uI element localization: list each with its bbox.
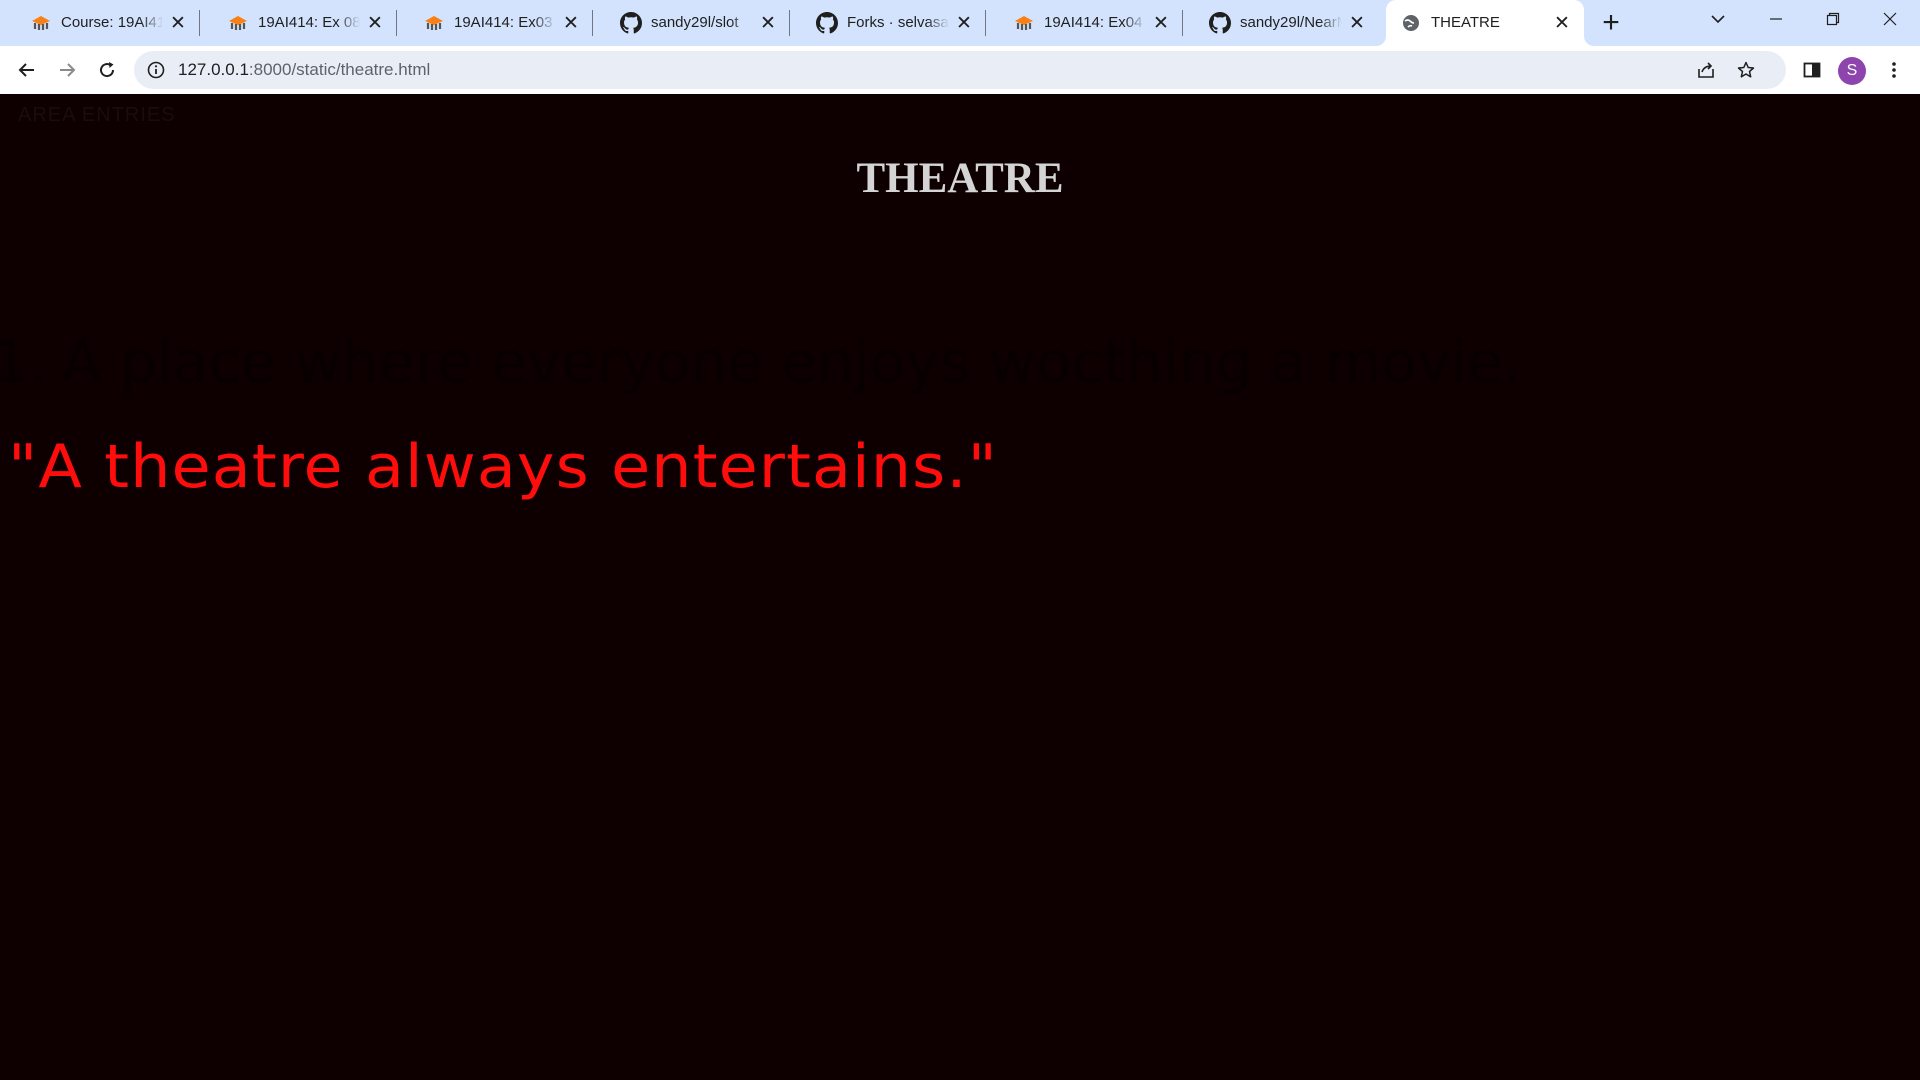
tab-ex03[interactable]: 19AI414: Ex03 : S ✕ <box>393 0 593 46</box>
page-content: AREA ENTRIES THEATRE 1. A place where eve… <box>0 94 1920 1080</box>
close-window-button[interactable] <box>1862 0 1918 38</box>
close-icon[interactable]: ✕ <box>168 13 188 33</box>
tab-title: 19AI414: Ex04 Pl <box>1044 14 1146 31</box>
url-text[interactable]: 127.0.0.1:8000/static/theatre.html <box>178 51 430 89</box>
moodle-icon <box>227 12 249 34</box>
arrow-right-icon <box>60 63 76 77</box>
close-icon[interactable]: ✕ <box>365 13 385 33</box>
back-button[interactable] <box>11 54 43 86</box>
forward-button[interactable] <box>51 54 83 86</box>
tab-title: sandy29l/NearM <box>1240 14 1342 31</box>
close-icon <box>1883 12 1897 26</box>
star-icon[interactable] <box>1735 59 1757 81</box>
url-host: 127.0.0.1 <box>178 60 249 79</box>
tab-search-button[interactable] <box>1690 0 1746 38</box>
tab-title: THEATRE <box>1431 14 1500 31</box>
tab-title: 19AI414: Ex03 : S <box>454 14 556 31</box>
moodle-icon <box>1013 12 1035 34</box>
close-icon[interactable]: ✕ <box>954 13 974 33</box>
moodle-icon <box>30 12 52 34</box>
new-tab-button[interactable]: + <box>1596 6 1626 39</box>
avatar[interactable]: S <box>1838 57 1866 85</box>
menu-button[interactable] <box>1880 56 1908 84</box>
close-icon[interactable]: ✕ <box>1552 13 1572 33</box>
more-vertical-icon <box>1892 62 1896 78</box>
close-icon[interactable]: ✕ <box>1347 13 1367 33</box>
tab-title: sandy29l/slot <box>651 14 739 31</box>
side-panel-button[interactable] <box>1798 56 1826 84</box>
side-panel-icon <box>1803 62 1821 78</box>
reload-button[interactable] <box>91 54 123 86</box>
tab-strip: Course: 19AI414 ✕ 19AI414: Ex 08: D ✕ 19… <box>0 0 1920 46</box>
globe-icon <box>1400 12 1422 34</box>
minimize-button[interactable] <box>1748 0 1804 38</box>
tab-title: 19AI414: Ex 08: D <box>258 14 360 31</box>
list-number: 1. <box>0 328 48 396</box>
page-title: THEATRE <box>856 155 1064 202</box>
tab-ex04[interactable]: 19AI414: Ex04 Pl ✕ <box>983 0 1183 46</box>
url-path: :8000/static/theatre.html <box>248 60 431 79</box>
tab-theatre[interactable]: THEATRE ✕ <box>1386 0 1584 46</box>
tab-title: Forks · selvasach <box>847 14 949 31</box>
tab-github-forks[interactable]: Forks · selvasach ✕ <box>786 0 986 46</box>
tab-github-nearm[interactable]: sandy29l/NearM ✕ <box>1179 0 1379 46</box>
close-icon[interactable]: ✕ <box>758 13 778 33</box>
github-icon <box>620 12 642 34</box>
quote-text: "A theatre always entertains." <box>8 432 998 502</box>
github-icon <box>1209 12 1231 34</box>
tab-github-slot[interactable]: sandy29l/slot ✕ <box>590 0 790 46</box>
moodle-icon <box>423 12 445 34</box>
tab-ex08[interactable]: 19AI414: Ex 08: D ✕ <box>197 0 397 46</box>
minimize-icon <box>1770 18 1782 20</box>
address-bar[interactable]: 127.0.0.1:8000/static/theatre.html <box>134 51 1786 89</box>
github-icon <box>816 12 838 34</box>
reload-icon <box>100 62 115 78</box>
browser-toolbar: 127.0.0.1:8000/static/theatre.html S <box>0 46 1920 94</box>
share-icon[interactable] <box>1695 59 1717 81</box>
restore-icon <box>1826 12 1840 26</box>
close-icon[interactable]: ✕ <box>561 13 581 33</box>
list-item: 1. A place where everyone enjoys wocthing… <box>0 328 1521 396</box>
info-icon[interactable] <box>146 60 166 80</box>
close-icon[interactable]: ✕ <box>1151 13 1171 33</box>
tab-course[interactable]: Course: 19AI414 ✕ <box>0 0 200 46</box>
list-item-text: A place where everyone enjoys wocthing a… <box>62 328 1522 396</box>
arrow-left-icon <box>18 63 34 77</box>
corner-text: AREA ENTRIES <box>18 104 176 126</box>
chevron-down-icon <box>1711 15 1725 24</box>
tab-title: Course: 19AI414 <box>61 14 163 31</box>
restore-button[interactable] <box>1805 0 1861 38</box>
